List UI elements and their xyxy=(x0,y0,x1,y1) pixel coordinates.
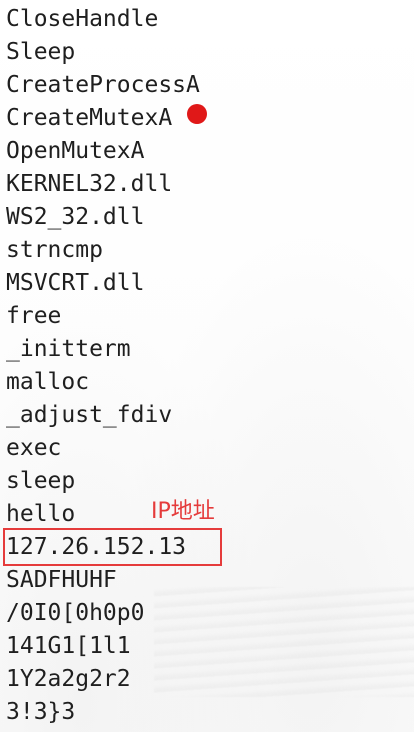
string-line-garbage-2: 141G1[1l1 xyxy=(6,633,131,659)
string-line-initterm: _initterm xyxy=(6,336,131,362)
string-line-garbage-1: /0I0[0h0p0 xyxy=(6,600,145,626)
string-line-ip-address: 127.26.152.13 xyxy=(6,534,187,560)
string-line-createmutexa: CreateMutexA xyxy=(6,105,173,131)
strings-view: CloseHandle Sleep CreateProcessA CreateM… xyxy=(0,0,414,732)
string-line-closehandle: CloseHandle xyxy=(6,6,159,32)
string-line-ws2-32-dll: WS2_32.dll xyxy=(6,204,145,230)
string-line-strncmp: strncmp xyxy=(6,237,103,263)
string-line-msvcrt-dll: MSVCRT.dll xyxy=(6,270,145,296)
string-line-adjust-fdiv: _adjust_fdiv xyxy=(6,402,173,428)
string-line-openmutexa: OpenMutexA xyxy=(6,138,145,164)
string-line-exec: exec xyxy=(6,435,62,461)
string-line-malloc: malloc xyxy=(6,369,90,395)
ip-annotation-label: IP地址 xyxy=(151,499,215,524)
string-line-sadfhuhf: SADFHUHF xyxy=(6,567,117,593)
string-line-garbage-3: 1Y2a2g2r2 xyxy=(6,666,131,692)
string-line-kernel32-dll: KERNEL32.dll xyxy=(6,171,173,197)
string-line-createprocessa: CreateProcessA xyxy=(6,72,200,98)
string-line-garbage-4: 3!3}3 xyxy=(6,699,76,725)
string-line-sleep-lower: sleep xyxy=(6,468,76,494)
string-line-free: free xyxy=(6,303,62,329)
string-list: CloseHandle Sleep CreateProcessA CreateM… xyxy=(6,3,200,729)
cursor-indicator-icon xyxy=(187,104,207,124)
string-line-sleep: Sleep xyxy=(6,39,76,65)
